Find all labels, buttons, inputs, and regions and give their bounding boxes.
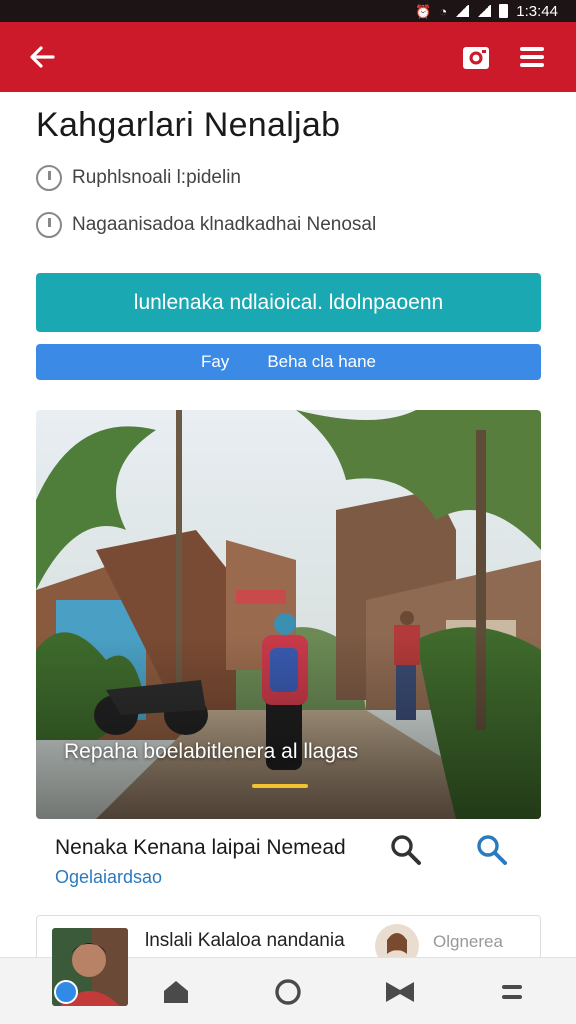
hero-caption: Repaha boelabitlenera al llagas <box>64 740 359 763</box>
article-title[interactable]: Nenaka Kenana laipai Nemead <box>55 836 346 860</box>
meta-row-schedule: Ruphlsnoali l:pidelin <box>36 165 241 191</box>
signal-icon-2 <box>477 5 492 17</box>
search-button-dark[interactable] <box>388 832 424 868</box>
wifi-icon: ◔ <box>439 3 448 19</box>
search-button-blue[interactable] <box>474 832 510 868</box>
meta-text-organizer: Nagaanisadoa klnadkadhai Nenosal <box>72 214 377 235</box>
meta-text-schedule: Ruphlsnoali l:pidelin <box>72 167 241 188</box>
page-title: Kahgarlari Nenaljab <box>36 106 341 144</box>
nav-menu[interactable] <box>494 974 530 1010</box>
secondary-action-button[interactable]: Fay Beha cla hane <box>36 344 541 380</box>
status-time: 1:3:44 <box>516 2 558 20</box>
user-profile-thumbnail[interactable] <box>52 928 128 1006</box>
hamburger-menu-icon <box>520 47 544 67</box>
menu-icon <box>502 985 522 999</box>
camera-icon <box>463 47 489 69</box>
meta-row-organizer: Nagaanisadoa klnadkadhai Nenosal <box>36 212 376 238</box>
menu-button[interactable] <box>510 35 554 79</box>
bowtie-icon <box>386 982 414 1002</box>
comment-action-button[interactable]: Olgnerea <box>433 932 503 952</box>
signal-icon <box>455 5 470 17</box>
alarm-icon: ⏰ <box>415 3 432 19</box>
clock-icon <box>36 212 62 238</box>
secondary-button-left-label: Fay <box>200 352 230 371</box>
clock-icon <box>36 165 62 191</box>
nav-bowtie[interactable] <box>382 974 418 1010</box>
search-icon <box>391 835 421 865</box>
app-bar <box>0 22 576 92</box>
online-badge-icon <box>54 980 78 1004</box>
arrow-left-icon <box>30 46 55 68</box>
hero-image[interactable]: Repaha boelabitlenera al llagas <box>36 410 541 819</box>
nav-home[interactable] <box>158 974 194 1010</box>
home-icon <box>164 981 188 1003</box>
battery-icon <box>499 4 509 18</box>
nav-circle[interactable] <box>270 974 306 1010</box>
secondary-button-right-label: Beha cla hane <box>267 352 377 371</box>
carousel-indicator <box>252 784 308 788</box>
article-subtitle-link[interactable]: Ogelaiardsao <box>55 867 162 888</box>
app-screen: ⏰ ◔ 1:3:44 Kahgarlari Nenaljab Ruphlsnoa… <box>0 0 576 1024</box>
status-bar: ⏰ ◔ 1:3:44 <box>0 0 576 22</box>
primary-action-button[interactable]: lunlenaka ndlaioical. ldolnpaoenn <box>36 273 541 332</box>
back-button[interactable] <box>22 37 62 77</box>
camera-button[interactable] <box>454 35 498 79</box>
comment-text: lnslali Kalaloa nandania <box>145 930 345 951</box>
search-icon <box>477 835 507 865</box>
circle-icon <box>275 979 301 1005</box>
